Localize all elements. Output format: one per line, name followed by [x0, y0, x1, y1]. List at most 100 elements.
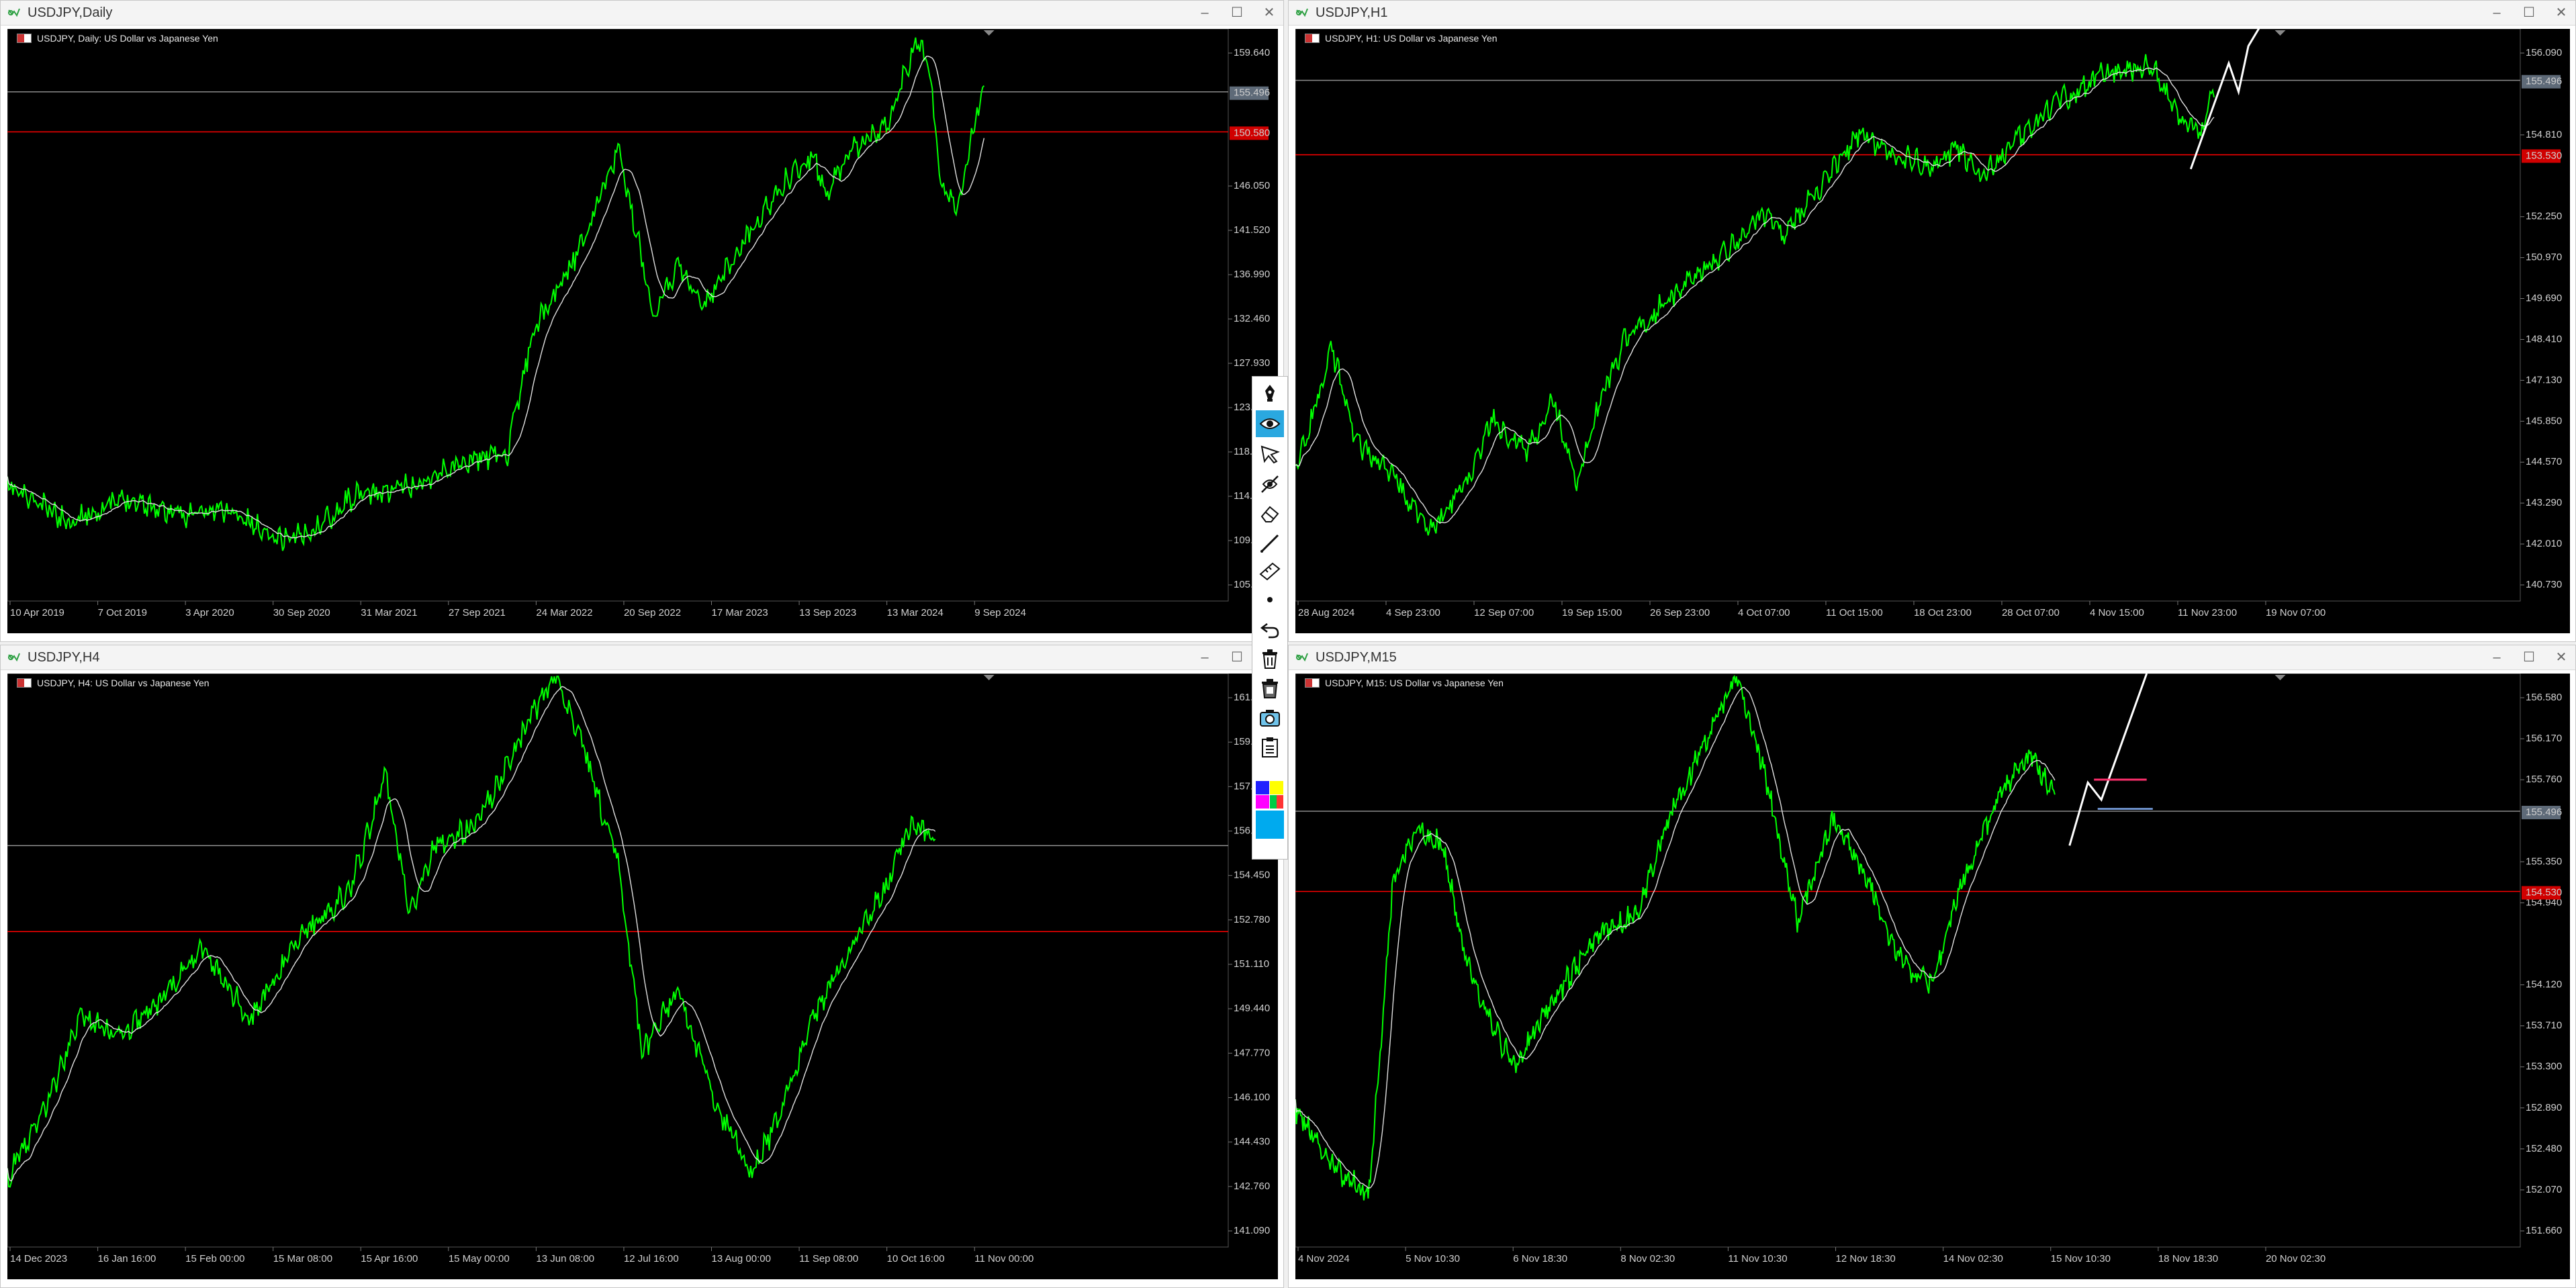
price-tick-label: 153.710	[2526, 1020, 2562, 1031]
plot-area[interactable]	[1295, 29, 2521, 602]
chart-svg[interactable]: 156.580156.170155.760155.496155.350154.9…	[1295, 674, 2570, 1279]
chart-canvas[interactable]: 156.580 156.170 155.760 155.496 155.350 154.9…	[1295, 674, 2570, 1279]
eraser-icon[interactable]	[1256, 500, 1284, 527]
chart-svg[interactable]: 156.090 155.496 154.810 153.530 152.250 150.9…	[1295, 29, 2570, 633]
price-tick-label: 152.070	[2526, 1184, 2562, 1195]
current-price-badge: 155.496	[2526, 76, 2562, 87]
price-tick-label: 145.850	[2526, 415, 2562, 426]
titlebar[interactable]: USDJPY,H1 – ☐ ✕	[1289, 1, 2575, 26]
maximize-icon[interactable]: ☐	[1230, 650, 1244, 665]
time-tick-label: 12 Sep 07:00	[1474, 607, 1534, 618]
chart-canvas[interactable]: 156.090 155.496 154.810 153.530 152.250 150.9…	[1295, 29, 2570, 633]
chart-canvas[interactable]: 159.640 155.496 150.580 146.050 141.520 136.9…	[7, 29, 1278, 633]
pen-icon[interactable]	[1256, 379, 1284, 406]
window-title: USDJPY,H4	[28, 649, 100, 665]
chart-window-h4[interactable]: USDJPY,H4 – ☐ ✕ 161.1159.4157.8156.1154.…	[0, 645, 1284, 1288]
line-icon[interactable]	[1256, 530, 1284, 557]
chart-window-h1[interactable]: USDJPY,H1 – ☐ ✕ 156.090 155.496 154.810 153…	[1288, 0, 2576, 642]
arrow-icon[interactable]	[1256, 441, 1284, 468]
price-tick-label: 144.570	[2526, 456, 2562, 467]
time-tick-label: 18 Nov 18:30	[2158, 1253, 2218, 1264]
clipboard-icon[interactable]	[1256, 734, 1284, 761]
price-tick-label: 136.990	[1234, 269, 1270, 280]
color-selected-icon[interactable]	[1256, 811, 1284, 839]
time-tick-label: 14 Dec 2023	[10, 1253, 67, 1264]
titlebar[interactable]: USDJPY,Daily – ☐ ✕	[1, 1, 1283, 26]
time-tick-label: 17 Mar 2023	[712, 607, 768, 618]
close-icon[interactable]: ✕	[2554, 650, 2569, 665]
time-tick-label: 14 Nov 02:30	[1943, 1253, 2003, 1264]
flag-icon	[17, 34, 32, 43]
chart-window-icon	[1296, 653, 1308, 662]
minimize-icon[interactable]: –	[1197, 5, 1212, 20]
plot-area[interactable]	[7, 29, 1229, 602]
window-title: USDJPY,M15	[1316, 649, 1397, 665]
time-tick-label: 13 Mar 2024	[887, 607, 944, 618]
time-tick-label: 18 Oct 23:00	[1914, 607, 1972, 618]
flag-icon	[1305, 34, 1320, 43]
drawing-toolbar	[1252, 376, 1288, 860]
chart-window-daily[interactable]: USDJPY,Daily – ☐ ✕ 159.640 155.496 150.580…	[0, 0, 1284, 642]
time-tick-label: 11 Sep 08:00	[799, 1253, 858, 1264]
titlebar[interactable]: USDJPY,M15 – ☐ ✕	[1289, 645, 2575, 670]
ruler-icon[interactable]	[1256, 558, 1284, 585]
color-palette-icon[interactable]	[1256, 781, 1284, 809]
time-tick-label: 9 Sep 2024	[974, 607, 1026, 618]
time-tick-label: 8 Nov 02:30	[1620, 1253, 1675, 1264]
dot-icon[interactable]	[1256, 586, 1284, 613]
time-tick-label: 20 Sep 2022	[624, 607, 681, 618]
price-tick-label: 152.780	[1234, 914, 1270, 925]
chart-symbol-label: USDJPY, H4: US Dollar vs Japanese Yen	[17, 678, 210, 688]
price-tick-label: 146.100	[1234, 1092, 1270, 1103]
alert-price-badge: 154.530	[2526, 887, 2562, 899]
price-tick-label: 155.350	[2526, 856, 2562, 867]
minimize-icon[interactable]: –	[1197, 650, 1212, 665]
price-tick-label: 156.170	[2526, 733, 2562, 744]
time-tick-label: 19 Nov 07:00	[2266, 607, 2326, 618]
chart-symbol-label: USDJPY, M15: US Dollar vs Japanese Yen	[1305, 678, 1504, 688]
price-tick-label: 147.130	[2526, 374, 2562, 385]
undo-icon[interactable]	[1256, 616, 1284, 643]
screenshot-icon[interactable]	[1256, 704, 1284, 731]
window-title: USDJPY,H1	[1316, 5, 1388, 20]
price-tick-label: 142.760	[1234, 1181, 1270, 1192]
chart-symbol-text: USDJPY, M15: US Dollar vs Japanese Yen	[1325, 678, 1504, 688]
time-tick-label: 27 Sep 2021	[449, 607, 506, 618]
minimize-icon[interactable]: –	[2489, 5, 2504, 20]
chart-canvas[interactable]: 161.1 159.4 157.8 156.1 154.450 152.780 151.11…	[7, 674, 1278, 1279]
price-tick-label: 154.450	[1234, 870, 1270, 881]
time-tick-label: 11 Nov 23:00	[2178, 607, 2237, 618]
trash-icon[interactable]	[1256, 645, 1284, 672]
time-tick-label: 15 Feb 00:00	[185, 1253, 244, 1264]
time-tick-label: 7 Oct 2019	[98, 607, 147, 618]
price-tick-label: 141.090	[1234, 1225, 1270, 1236]
price-tick-label: 141.520	[1234, 224, 1270, 236]
maximize-icon[interactable]: ☐	[2522, 650, 2536, 665]
price-tick-label: 152.250	[2526, 211, 2562, 222]
maximize-icon[interactable]: ☐	[1230, 5, 1244, 20]
maximize-icon[interactable]: ☐	[2522, 5, 2536, 20]
chart-svg[interactable]: 161.1159.4157.8156.1154.450152.780151.11…	[7, 674, 1278, 1279]
chart-window-icon	[8, 653, 20, 662]
chart-symbol-text: USDJPY, Daily: US Dollar vs Japanese Yen	[37, 33, 218, 44]
time-tick-label: 15 May 00:00	[449, 1253, 510, 1264]
price-tick-label: 143.290	[2526, 497, 2562, 508]
close-icon[interactable]: ✕	[2554, 5, 2569, 20]
minimize-icon[interactable]: –	[2489, 650, 2504, 665]
time-tick-label: 15 Apr 16:00	[361, 1253, 418, 1264]
hidden-eye-icon[interactable]	[1256, 471, 1284, 498]
close-icon[interactable]: ✕	[1262, 5, 1277, 20]
time-tick-label: 6 Nov 18:30	[1513, 1253, 1567, 1264]
time-tick-label: 15 Mar 08:00	[273, 1253, 332, 1264]
time-tick-label: 4 Nov 15:00	[2090, 607, 2144, 618]
eye-icon[interactable]	[1256, 410, 1284, 437]
alert-price-badge: 150.580	[1234, 127, 1270, 138]
trash-all-icon[interactable]	[1256, 675, 1284, 702]
chart-window-m15[interactable]: USDJPY,M15 – ☐ ✕ 156.580 156.170 155.760 15…	[1288, 645, 2576, 1288]
chart-symbol-text: USDJPY, H1: US Dollar vs Japanese Yen	[1325, 33, 1498, 44]
time-tick-label: 13 Jun 08:00	[536, 1253, 594, 1264]
chart-window-icon	[8, 8, 20, 17]
price-tick-label: 153.300	[2526, 1061, 2562, 1072]
titlebar[interactable]: USDJPY,H4 – ☐ ✕	[1, 645, 1283, 670]
chart-svg[interactable]: 159.640 155.496 150.580 146.050 141.520 136.9…	[7, 29, 1278, 633]
